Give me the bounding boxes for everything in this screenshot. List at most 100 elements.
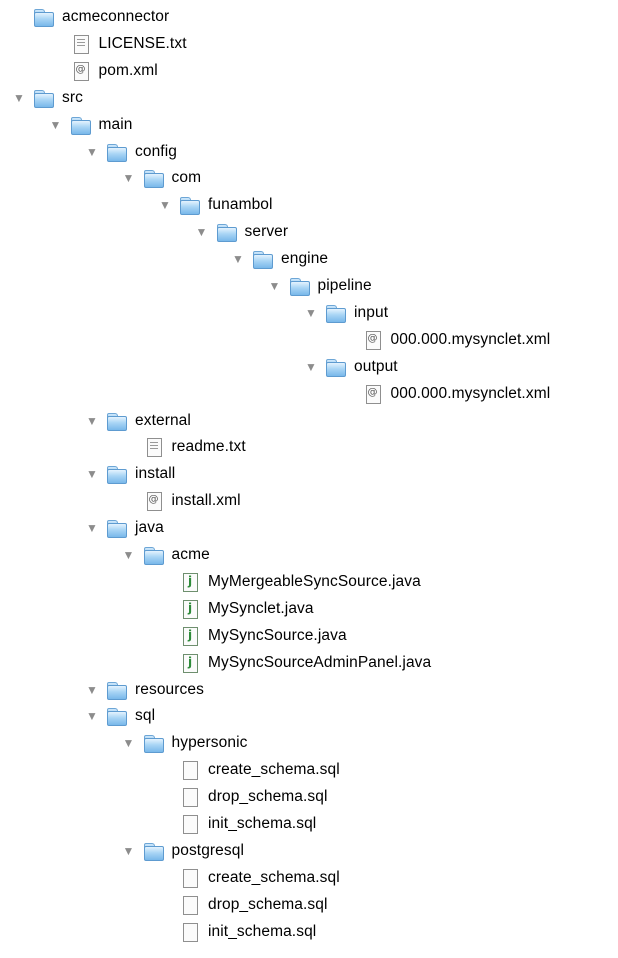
tree-file-row[interactable]: ▼MySyncSourceAdminPanel.java <box>158 650 431 676</box>
disclosure-triangle-icon[interactable]: ▼ <box>85 408 99 434</box>
tree-file-row[interactable]: ▼create_schema.sql <box>158 757 340 783</box>
tree-item-label: LICENSE.txt <box>98 34 187 52</box>
java-file-icon <box>180 626 200 646</box>
tree-folder-row[interactable]: ▼ resources <box>85 677 204 703</box>
tree-file-row[interactable]: ▼readme.txt <box>122 434 246 460</box>
tree-folder-row[interactable]: ▼ postgresql <box>122 838 245 864</box>
tree-file-row[interactable]: ▼000.000.mysynclet.xml <box>341 327 551 353</box>
tree-item-label: init_schema.sql <box>208 922 317 940</box>
folder-icon <box>289 277 310 296</box>
tree-item-label: install <box>135 465 176 483</box>
disclosure-triangle-icon[interactable]: ▼ <box>85 703 99 729</box>
folder-icon <box>107 681 127 700</box>
disclosure-triangle-icon[interactable]: ▼ <box>268 273 282 299</box>
tree-folder-row[interactable]: ▼ com <box>122 165 202 191</box>
folder-icon <box>326 358 346 377</box>
folder-icon <box>143 169 164 189</box>
tree-folder-row[interactable]: ▼ funambol <box>158 192 273 218</box>
file-icon <box>180 788 200 808</box>
tree-item-label: drop_schema.sql <box>208 895 328 913</box>
tree-folder-row[interactable]: ▼ src <box>12 85 83 111</box>
java-file-icon <box>180 653 200 673</box>
tree-item-label: readme.txt <box>171 438 246 456</box>
tree-item-label: pipeline <box>317 277 372 294</box>
disclosure-triangle-icon[interactable]: ▼ <box>122 542 136 568</box>
tree-folder-row[interactable]: ▼ config <box>85 139 177 165</box>
disclosure-triangle-icon[interactable]: ▼ <box>122 838 136 864</box>
tree-item-label: MySyncSourceAdminPanel.java <box>208 653 432 671</box>
disclosure-triangle-icon[interactable]: ▼ <box>122 730 136 756</box>
tree-item-label: drop_schema.sql <box>208 788 328 806</box>
tree-folder-row[interactable]: ▼ pipeline <box>268 273 372 299</box>
disclosure-triangle-icon[interactable]: ▼ <box>158 192 172 218</box>
tree-folder-row[interactable]: ▼ main <box>49 112 133 138</box>
tree-folder-row[interactable]: ▼ external <box>85 408 191 434</box>
disclosure-triangle-icon[interactable]: ▼ <box>85 139 99 165</box>
disclosure-triangle-icon[interactable]: ▼ <box>85 677 99 703</box>
disclosure-triangle-icon[interactable]: ▼ <box>122 165 136 191</box>
xml-file-icon <box>144 492 164 512</box>
tree-item-label: config <box>135 142 177 160</box>
xml-file-icon <box>363 384 383 404</box>
folder-icon <box>107 707 127 727</box>
tree-file-row[interactable]: ▼MyMergeableSyncSource.java <box>158 569 421 595</box>
tree-file-row[interactable]: ▼000.000.mysynclet.xml <box>341 381 551 407</box>
tree-folder-row[interactable]: ▼ acme <box>122 542 210 568</box>
tree-file-row[interactable]: ▼install.xml <box>122 488 241 514</box>
tree-file-row[interactable]: ▼MySynclet.java <box>158 596 314 622</box>
tree-file-row[interactable]: ▼LICENSE.txt <box>49 31 187 57</box>
folder-icon <box>34 8 54 27</box>
tree-folder-row[interactable]: ▼ engine <box>231 246 328 272</box>
tree-item-label: com <box>171 169 202 187</box>
tree-folder-row[interactable]: ▼ install <box>85 461 175 487</box>
folder-icon <box>107 465 127 485</box>
tree-item-label: acme <box>171 546 210 563</box>
disclosure-triangle-icon[interactable]: ▼ <box>304 300 318 326</box>
disclosure-triangle-icon[interactable]: ▼ <box>195 219 209 245</box>
tree-item-label: main <box>98 115 133 133</box>
tree-item-label: install.xml <box>171 492 241 510</box>
tree-item-label: MySynclet.java <box>208 599 314 617</box>
tree-file-row[interactable]: ▼drop_schema.sql <box>158 784 328 810</box>
java-file-icon <box>180 599 200 619</box>
folder-icon <box>143 842 164 861</box>
tree-item-label: acmeconnector <box>62 8 170 25</box>
tree-file-row[interactable]: ▼MySyncSource.java <box>158 623 347 649</box>
tree-item-label: src <box>62 88 83 106</box>
disclosure-triangle-icon[interactable]: ▼ <box>85 515 99 541</box>
disclosure-triangle-icon[interactable]: ▼ <box>231 246 245 272</box>
tree-file-row[interactable]: ▼pom.xml <box>49 58 158 84</box>
disclosure-triangle-icon[interactable]: ▼ <box>12 85 26 111</box>
tree-folder-row[interactable]: ▼ input <box>304 300 388 326</box>
tree-item-label: MySyncSource.java <box>208 626 347 644</box>
folder-icon <box>34 89 54 108</box>
file-icon <box>180 895 200 915</box>
text-file-icon <box>71 34 91 54</box>
tree-file-row[interactable]: ▼create_schema.sql <box>158 865 340 891</box>
tree-item-label: external <box>135 411 191 429</box>
file-tree: ▼acmeconnector▼LICENSE.txt▼pom.xml▼src▼m… <box>0 0 618 958</box>
tree-file-row[interactable]: ▼init_schema.sql <box>158 811 316 837</box>
java-file-icon <box>180 572 200 592</box>
disclosure-triangle-icon[interactable]: ▼ <box>304 354 318 380</box>
tree-folder-row[interactable]: ▼ sql <box>85 703 155 729</box>
file-icon <box>180 922 200 942</box>
folder-icon <box>107 519 127 539</box>
tree-folder-row[interactable]: ▼ output <box>304 354 398 380</box>
text-file-icon <box>144 438 164 458</box>
tree-item-label: output <box>354 357 398 375</box>
tree-file-row[interactable]: ▼drop_schema.sql <box>158 892 328 918</box>
tree-item-label: resources <box>135 680 204 698</box>
tree-file-row[interactable]: ▼init_schema.sql <box>158 919 316 945</box>
folder-icon <box>143 546 164 565</box>
folder-icon <box>180 196 200 216</box>
file-icon <box>180 761 200 781</box>
disclosure-triangle-icon[interactable]: ▼ <box>49 112 63 138</box>
tree-folder-row[interactable]: ▼acmeconnector <box>12 4 169 30</box>
tree-folder-row[interactable]: ▼ java <box>85 515 164 541</box>
tree-folder-row[interactable]: ▼ hypersonic <box>122 730 248 756</box>
tree-item-label: init_schema.sql <box>208 815 317 832</box>
xml-file-icon <box>363 330 383 350</box>
tree-folder-row[interactable]: ▼ server <box>195 219 289 245</box>
disclosure-triangle-icon[interactable]: ▼ <box>85 461 99 487</box>
